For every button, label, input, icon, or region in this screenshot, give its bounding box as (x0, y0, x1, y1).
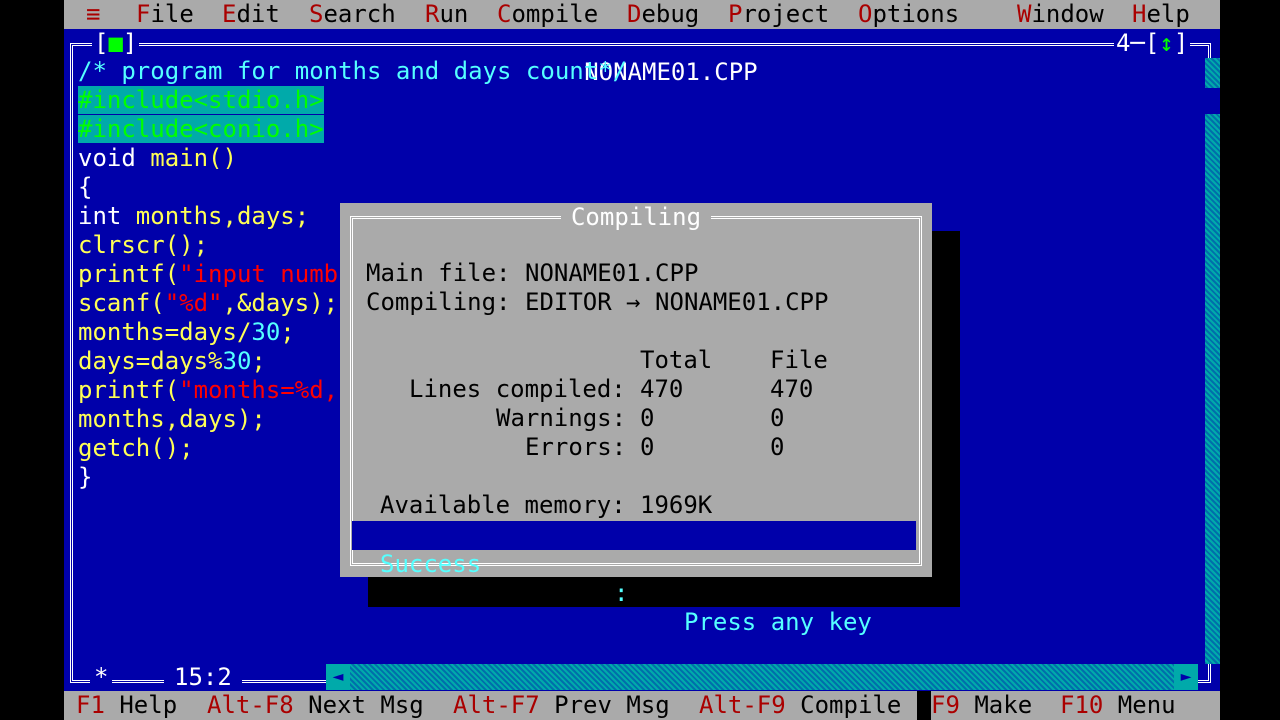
zoom-icon[interactable]: ↕ (1159, 29, 1173, 57)
code-line: days=days%30; (78, 347, 266, 375)
menu-compile[interactable]: Compile (497, 0, 598, 29)
menu-project[interactable]: Project (728, 0, 829, 29)
compiling-dialog[interactable]: Compiling Main file: NONAME01.CPP Compil… (340, 203, 932, 636)
menu-debug[interactable]: Debug (627, 0, 699, 29)
menu-bar: ≡ File Edit Search Run Compile Debug Pro… (64, 0, 1220, 29)
vertical-scroll-thumb[interactable] (1205, 88, 1220, 114)
cursor-position: 15:2 (164, 664, 242, 690)
status-bar-success[interactable]: Success : Press any key (352, 521, 916, 636)
hotkey-menu[interactable]: F10 Menu (1060, 691, 1176, 720)
code-line: getch(); (78, 434, 194, 462)
hotkey-prev-msg[interactable]: Alt-F7 Prev Msg (453, 691, 670, 720)
press-any-key: Press any key (684, 608, 872, 636)
code-line: } (78, 463, 93, 491)
system-menu-icon[interactable]: ≡ (86, 0, 100, 29)
warnings-file: 0 (770, 404, 785, 432)
code-editor[interactable]: /* program for months and days count*/ #… (78, 57, 627, 550)
code-line: clrscr(); (78, 231, 209, 259)
warnings-total: 0 (640, 404, 655, 432)
cursor-block (917, 691, 931, 720)
code-line: int months,days; (78, 202, 310, 230)
errors-label: Errors: (525, 433, 627, 461)
main-file-label: Main file: (366, 259, 511, 287)
window-number-zoom[interactable]: 4─[↕] (1114, 29, 1191, 58)
menu-file[interactable]: File (136, 0, 194, 29)
warnings-label: Warnings: (496, 404, 627, 432)
main-file-value: NONAME01.CPP (525, 259, 699, 287)
code-line: months=days/30; (78, 318, 295, 346)
hotkey-status-bar: F1 Help Alt-F8 Next Msg Alt-F7 Prev Msg … (64, 691, 1220, 720)
code-line: { (78, 173, 93, 201)
lines-compiled-label: Lines compiled: (409, 375, 626, 403)
modified-indicator: * (90, 664, 113, 690)
hotkey-make[interactable]: F9 Make (931, 691, 1032, 720)
menu-edit[interactable]: Edit (222, 0, 280, 29)
scroll-right-arrow-icon[interactable]: ► (1174, 664, 1198, 690)
horizontal-scrollbar[interactable] (326, 664, 1196, 690)
turbo-cpp-ide: ≡ File Edit Search Run Compile Debug Pro… (64, 0, 1220, 720)
menu-run[interactable]: Run (425, 0, 468, 29)
window-title-bar: NONAME01.CPP (64, 29, 1220, 86)
errors-total: 0 (640, 433, 655, 461)
menu-window[interactable]: Window (1017, 0, 1104, 29)
column-file: File (770, 346, 828, 374)
code-line: months,days); (78, 405, 266, 433)
window-number: 4 (1116, 29, 1131, 57)
compiling-value: EDITOR → NONAME01.CPP (525, 288, 829, 316)
lines-total: 470 (640, 375, 684, 403)
scroll-left-arrow-icon[interactable]: ◄ (326, 664, 350, 690)
menu-options[interactable]: Options (858, 0, 959, 29)
hotkey-help[interactable]: F1 Help (76, 691, 177, 720)
close-box[interactable]: [■] (92, 29, 140, 58)
code-line: printf("months=%d, (78, 376, 339, 404)
code-line: printf("input numb (78, 260, 339, 288)
code-line: #include<conio.h> (78, 115, 324, 143)
code-line: /* program for months and days count*/ (78, 57, 628, 85)
dialog-title-bar: Compiling (340, 203, 932, 231)
status-text: Success (380, 550, 482, 578)
compiling-label: Compiling: (366, 288, 511, 316)
hotkey-next-msg[interactable]: Alt-F8 Next Msg (207, 691, 424, 720)
vertical-scrollbar[interactable] (1205, 58, 1220, 664)
code-line: void main() (78, 144, 237, 172)
lines-file: 470 (770, 375, 814, 403)
column-total: Total (640, 346, 713, 374)
menu-help[interactable]: Help (1132, 0, 1190, 29)
errors-file: 0 (770, 433, 785, 461)
code-line: #include<stdio.h> (78, 86, 324, 114)
memory-label: Available memory: (380, 491, 626, 519)
menu-search[interactable]: Search (309, 0, 396, 29)
status-separator: : (614, 579, 629, 607)
hotkey-compile[interactable]: Alt-F9 Compile (699, 691, 901, 720)
close-icon[interactable]: ■ (108, 29, 122, 57)
dialog-title: Compiling (560, 203, 712, 231)
memory-value: 1969K (640, 491, 713, 519)
code-line: scanf("%d",&days); (78, 289, 339, 317)
